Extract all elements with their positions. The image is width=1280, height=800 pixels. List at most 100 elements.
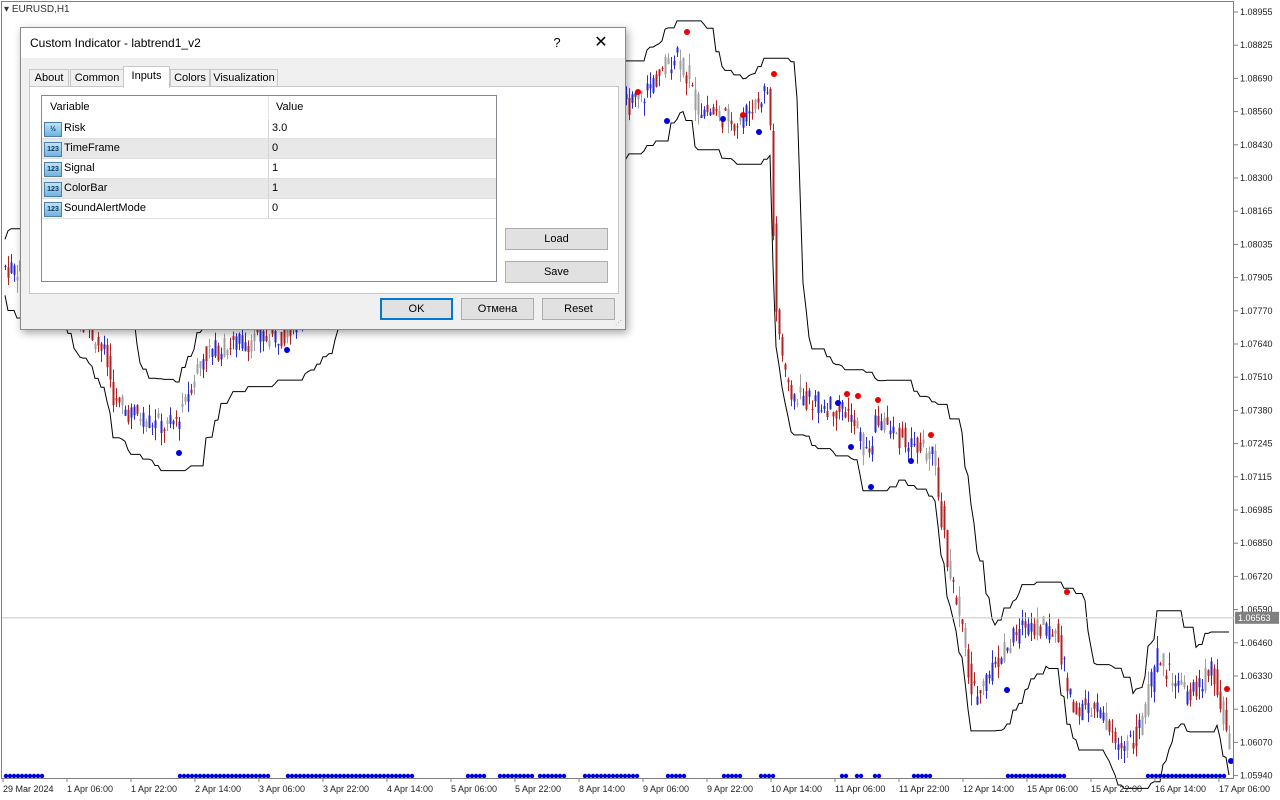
candle-body	[820, 410, 823, 412]
candle-body	[844, 411, 847, 418]
candle-body	[808, 390, 811, 397]
reset-button[interactable]: Reset	[542, 298, 615, 320]
cancel-button[interactable]: Отмена	[461, 298, 534, 320]
input-row-signal[interactable]: 123 Signal 1	[42, 159, 496, 179]
candle-body	[1051, 634, 1054, 637]
candle-body	[253, 333, 256, 342]
candle-body	[127, 409, 130, 423]
bottom-signal-dot	[537, 773, 543, 779]
candle-body	[175, 417, 178, 419]
candle-body	[1165, 675, 1168, 680]
variable-value[interactable]: 1	[272, 162, 278, 174]
resize-grip-icon[interactable]: ⋰	[615, 319, 623, 327]
buy-signal-dot	[1004, 687, 1010, 693]
save-button[interactable]: Save	[505, 261, 608, 283]
candle-body	[973, 681, 976, 684]
tab-visualization[interactable]: Visualization	[210, 69, 278, 87]
price-axis-label: 1.08955	[1240, 7, 1273, 17]
input-row-timeframe[interactable]: 123 TimeFrame 0	[42, 139, 496, 159]
bottom-signal-dot	[1041, 773, 1047, 779]
custom-indicator-dialog: Custom Indicator - labtrend1_v2 ? ✕ Abou…	[20, 27, 626, 330]
sell-signal-dot	[855, 393, 861, 399]
candle-body	[664, 56, 667, 75]
candle-body	[736, 126, 739, 128]
candle-body	[220, 353, 223, 360]
candle-body	[814, 395, 817, 402]
candle-body	[1225, 709, 1228, 731]
load-button[interactable]: Load	[505, 228, 608, 250]
candle-body	[193, 381, 196, 388]
column-divider[interactable]	[268, 96, 269, 118]
sell-signal-dot	[844, 391, 850, 397]
bottom-signal-dot	[1049, 773, 1055, 779]
current-price-label: 1.06563	[1238, 613, 1271, 623]
candle-body	[724, 108, 727, 111]
candle-body	[124, 409, 127, 416]
sell-signal-dot	[684, 29, 690, 35]
price-axis-label: 1.08430	[1240, 140, 1273, 150]
column-header-variable[interactable]: Variable	[50, 101, 90, 113]
candle-body	[883, 418, 886, 431]
bottom-signal-dot	[1149, 773, 1155, 779]
candle-body	[832, 412, 835, 417]
bottom-signal-dot	[525, 773, 531, 779]
buy-signal-dot	[868, 484, 874, 490]
bottom-signal-dot	[181, 773, 187, 779]
candle-body	[733, 124, 736, 131]
tab-inputs[interactable]: Inputs	[123, 66, 170, 88]
variable-value[interactable]: 3.0	[272, 122, 287, 134]
candle-body	[202, 359, 205, 370]
bottom-signal-dot	[1021, 773, 1027, 779]
candle-body	[1117, 744, 1120, 750]
candle-body	[673, 60, 676, 66]
buy-signal-dot	[848, 444, 854, 450]
buy-signal-dot	[908, 458, 914, 464]
candle-body	[1183, 681, 1186, 688]
inputs-panel: Variable Value ½ Risk 3.0 123 TimeFrame …	[29, 86, 619, 294]
tab-common[interactable]: Common	[70, 69, 124, 87]
bottom-signal-dot	[253, 773, 259, 779]
candle-body	[931, 446, 934, 455]
candle-body	[241, 335, 244, 349]
candle-body	[700, 114, 703, 119]
variable-value[interactable]: 0	[272, 142, 278, 154]
bottom-signal-dot	[1157, 773, 1163, 779]
bottom-signal-dot	[665, 773, 671, 779]
double-type-icon: ½	[44, 122, 62, 137]
candle-body	[1219, 691, 1222, 709]
column-header-value[interactable]: Value	[276, 101, 303, 113]
price-axis-label: 1.07905	[1240, 273, 1273, 283]
tab-colors[interactable]: Colors	[170, 69, 210, 87]
close-icon[interactable]: ✕	[589, 32, 613, 54]
dialog-titlebar[interactable]: Custom Indicator - labtrend1_v2 ? ✕	[21, 28, 625, 58]
candle-body	[985, 674, 988, 692]
candle-body	[235, 336, 238, 350]
collapse-icon[interactable]: ▾	[4, 4, 12, 15]
candle-body	[1039, 626, 1042, 636]
ok-button[interactable]: OK	[380, 298, 453, 320]
candle-body	[1126, 740, 1129, 751]
candle-body	[709, 112, 712, 116]
help-button[interactable]: ?	[546, 32, 568, 54]
input-row-risk[interactable]: ½ Risk 3.0	[42, 119, 496, 139]
candle-body	[919, 442, 922, 452]
bottom-signal-dot	[549, 773, 555, 779]
buy-signal-dot	[664, 118, 670, 124]
candle-body	[1186, 691, 1189, 705]
bottom-signal-dot	[7, 773, 13, 779]
candle-body	[169, 415, 172, 424]
candle-body	[1096, 702, 1099, 712]
candle-body	[658, 69, 661, 76]
candle-body	[118, 397, 121, 403]
input-row-soundalertmode[interactable]: 123 SoundAlertMode 0	[42, 199, 496, 219]
candle-body	[100, 343, 103, 351]
variable-value[interactable]: 1	[272, 182, 278, 194]
variable-name: Signal	[64, 162, 95, 174]
price-axis-label: 1.08300	[1240, 173, 1273, 183]
input-row-colorbar[interactable]: 123 ColorBar 1	[42, 179, 496, 199]
variable-value[interactable]: 0	[272, 202, 278, 214]
integer-type-icon: 123	[44, 142, 62, 157]
candle-body	[1177, 680, 1180, 686]
tab-about[interactable]: About	[29, 69, 69, 87]
candle-body	[880, 421, 883, 430]
